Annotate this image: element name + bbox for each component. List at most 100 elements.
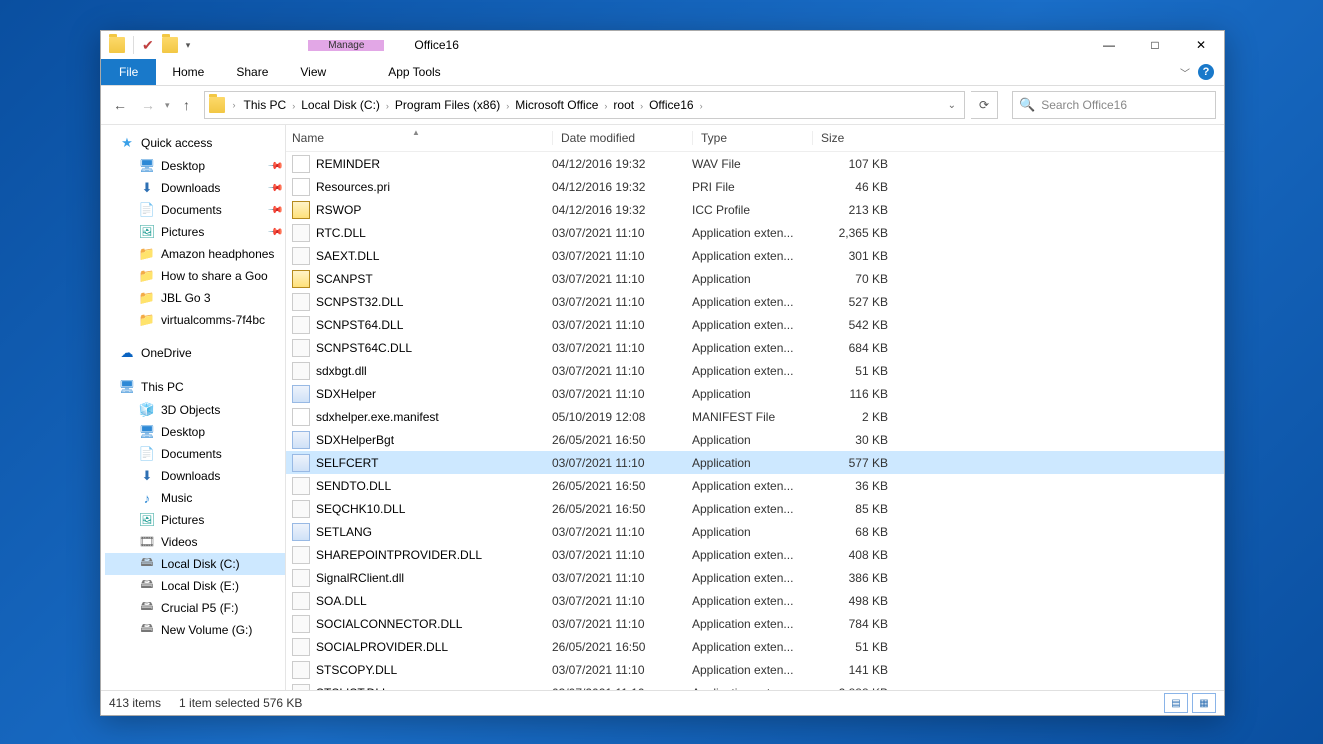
file-row[interactable]: sdxbgt.dll 03/07/2021 11:10 Application … (286, 359, 1224, 382)
file-row[interactable]: STSLIST.DLL 03/07/2021 11:10 Application… (286, 681, 1224, 690)
file-row[interactable]: SELFCERT 03/07/2021 11:10 Application 57… (286, 451, 1224, 474)
nav-item-label: Local Disk (E:) (161, 579, 239, 593)
file-row[interactable]: SCNPST32.DLL 03/07/2021 11:10 Applicatio… (286, 290, 1224, 313)
chevron-down-icon[interactable]: ⌄ (948, 100, 956, 111)
sort-indicator-icon: ▲ (412, 128, 420, 137)
nav-item-label: Documents (161, 447, 222, 461)
nav-item-label: Amazon headphones (161, 247, 274, 261)
breadcrumb-segment[interactable]: This PC (240, 98, 291, 112)
navigation-pane[interactable]: ★ Quick access 🖥Desktop📌⬇Downloads📌📄Docu… (101, 125, 286, 690)
file-row[interactable]: SAEXT.DLL 03/07/2021 11:10 Application e… (286, 244, 1224, 267)
details-view-button[interactable]: ▤ (1164, 693, 1188, 713)
tab-file[interactable]: File (101, 59, 156, 85)
file-type: Application exten... (692, 364, 812, 378)
tab-app-tools[interactable]: App Tools (372, 59, 456, 85)
file-row[interactable]: SCNPST64C.DLL 03/07/2021 11:10 Applicati… (286, 336, 1224, 359)
nav-item[interactable]: 🖴Local Disk (C:) (105, 553, 285, 575)
nav-onedrive[interactable]: ☁ OneDrive (105, 341, 285, 365)
nav-item[interactable]: 🧊3D Objects (105, 399, 285, 421)
file-row[interactable]: sdxhelper.exe.manifest 05/10/2019 12:08 … (286, 405, 1224, 428)
folder-icon: 📁 (139, 290, 155, 306)
nav-this-pc[interactable]: 🖥 This PC (105, 375, 285, 399)
nav-forward-button[interactable]: → (137, 94, 159, 116)
file-row[interactable]: SCNPST64.DLL 03/07/2021 11:10 Applicatio… (286, 313, 1224, 336)
file-row[interactable]: SCANPST 03/07/2021 11:10 Application 70 … (286, 267, 1224, 290)
nav-quick-access[interactable]: ★ Quick access (105, 131, 285, 155)
file-size: 386 KB (812, 571, 892, 585)
nav-item[interactable]: 🖴 Local Disk (E:) (105, 575, 285, 597)
file-row[interactable]: SOCIALCONNECTOR.DLL 03/07/2021 11:10 App… (286, 612, 1224, 635)
file-icon (292, 661, 310, 679)
file-row[interactable]: SignalRClient.dll 03/07/2021 11:10 Appli… (286, 566, 1224, 589)
folder-icon: 📁 (139, 246, 155, 262)
nav-up-button[interactable]: ↑ (176, 94, 198, 116)
file-name: SCNPST64C.DLL (316, 341, 412, 355)
file-list[interactable]: REMINDER 04/12/2016 19:32 WAV File 107 K… (286, 152, 1224, 690)
maximize-button[interactable]: □ (1132, 31, 1178, 59)
nav-item[interactable]: 🎞Videos (105, 531, 285, 553)
file-row[interactable]: SOA.DLL 03/07/2021 11:10 Application ext… (286, 589, 1224, 612)
file-icon (292, 316, 310, 334)
file-row[interactable]: SENDTO.DLL 26/05/2021 16:50 Application … (286, 474, 1224, 497)
nav-item[interactable]: 🖴Crucial P5 (F:) (105, 597, 285, 619)
file-date: 03/07/2021 11:10 (552, 663, 692, 677)
nav-item[interactable]: ♪Music (105, 487, 285, 509)
tab-home[interactable]: Home (156, 59, 220, 85)
minimize-button[interactable]: — (1086, 31, 1132, 59)
file-row[interactable]: SOCIALPROVIDER.DLL 26/05/2021 16:50 Appl… (286, 635, 1224, 658)
breadcrumb-segment[interactable]: root (609, 98, 638, 112)
tab-view[interactable]: View (284, 59, 342, 85)
file-type: Application exten... (692, 663, 812, 677)
desktop-icon: 🖥 (139, 424, 155, 440)
file-date: 03/07/2021 11:10 (552, 617, 692, 631)
file-row[interactable]: STSCOPY.DLL 03/07/2021 11:10 Application… (286, 658, 1224, 681)
ribbon-expand-icon[interactable]: ﹀ (1180, 65, 1190, 80)
file-icon (292, 454, 310, 472)
file-row[interactable]: RSWOP 04/12/2016 19:32 ICC Profile 213 K… (286, 198, 1224, 221)
nav-item[interactable]: 🖼Pictures📌 (105, 221, 285, 243)
file-row[interactable]: SDXHelperBgt 26/05/2021 16:50 Applicatio… (286, 428, 1224, 451)
file-row[interactable]: Resources.pri 04/12/2016 19:32 PRI File … (286, 175, 1224, 198)
file-name: Resources.pri (316, 180, 390, 194)
icons-view-button[interactable]: ▦ (1192, 693, 1216, 713)
nav-item[interactable]: ⬇Downloads (105, 465, 285, 487)
breadcrumb-bar[interactable]: › This PC›Local Disk (C:)›Program Files … (204, 91, 965, 119)
file-row[interactable]: SEQCHK10.DLL 26/05/2021 16:50 Applicatio… (286, 497, 1224, 520)
column-headers[interactable]: Name▲ Date modified Type Size (286, 125, 1224, 152)
help-icon[interactable]: ? (1198, 64, 1214, 80)
file-row[interactable]: REMINDER 04/12/2016 19:32 WAV File 107 K… (286, 152, 1224, 175)
folder-icon (209, 97, 225, 113)
file-date: 03/07/2021 11:10 (552, 456, 692, 470)
nav-item[interactable]: 📄Documents📌 (105, 199, 285, 221)
folder-icon[interactable] (162, 37, 178, 53)
breadcrumb-segment[interactable]: Office16 (645, 98, 697, 112)
tab-share[interactable]: Share (220, 59, 284, 85)
close-button[interactable]: ✕ (1178, 31, 1224, 59)
file-row[interactable]: SDXHelper 03/07/2021 11:10 Application 1… (286, 382, 1224, 405)
nav-back-button[interactable]: ← (109, 94, 131, 116)
breadcrumb-segment[interactable]: Microsoft Office (511, 98, 602, 112)
nav-item[interactable]: 🖥Desktop (105, 421, 285, 443)
nav-item[interactable]: 🖴New Volume (G:) (105, 619, 285, 641)
nav-item[interactable]: ⬇Downloads📌 (105, 177, 285, 199)
breadcrumb-segment[interactable]: Program Files (x86) (391, 98, 504, 112)
doc-icon: 📄 (139, 446, 155, 462)
nav-item[interactable]: 📁virtualcomms-7f4bc (105, 309, 285, 331)
qat-check-icon[interactable]: ✔ (142, 37, 154, 54)
file-row[interactable]: SHAREPOINTPROVIDER.DLL 03/07/2021 11:10 … (286, 543, 1224, 566)
file-date: 03/07/2021 11:10 (552, 525, 692, 539)
file-name: RSWOP (316, 203, 361, 217)
nav-item[interactable]: 📁JBL Go 3 (105, 287, 285, 309)
file-row[interactable]: RTC.DLL 03/07/2021 11:10 Application ext… (286, 221, 1224, 244)
search-input[interactable]: 🔍 Search Office16 (1012, 91, 1216, 119)
nav-item[interactable]: 🖥Desktop📌 (105, 155, 285, 177)
nav-item[interactable]: 📄 Documents (105, 443, 285, 465)
drive-icon: 🖴 (139, 578, 155, 594)
refresh-button[interactable]: ⟳ (971, 91, 998, 119)
nav-item[interactable]: 🖼Pictures (105, 509, 285, 531)
nav-item[interactable]: 📁How to share a Goo (105, 265, 285, 287)
file-type: Application (692, 272, 812, 286)
nav-item[interactable]: 📁 Amazon headphones (105, 243, 285, 265)
file-row[interactable]: SETLANG 03/07/2021 11:10 Application 68 … (286, 520, 1224, 543)
breadcrumb-segment[interactable]: Local Disk (C:) (297, 98, 384, 112)
